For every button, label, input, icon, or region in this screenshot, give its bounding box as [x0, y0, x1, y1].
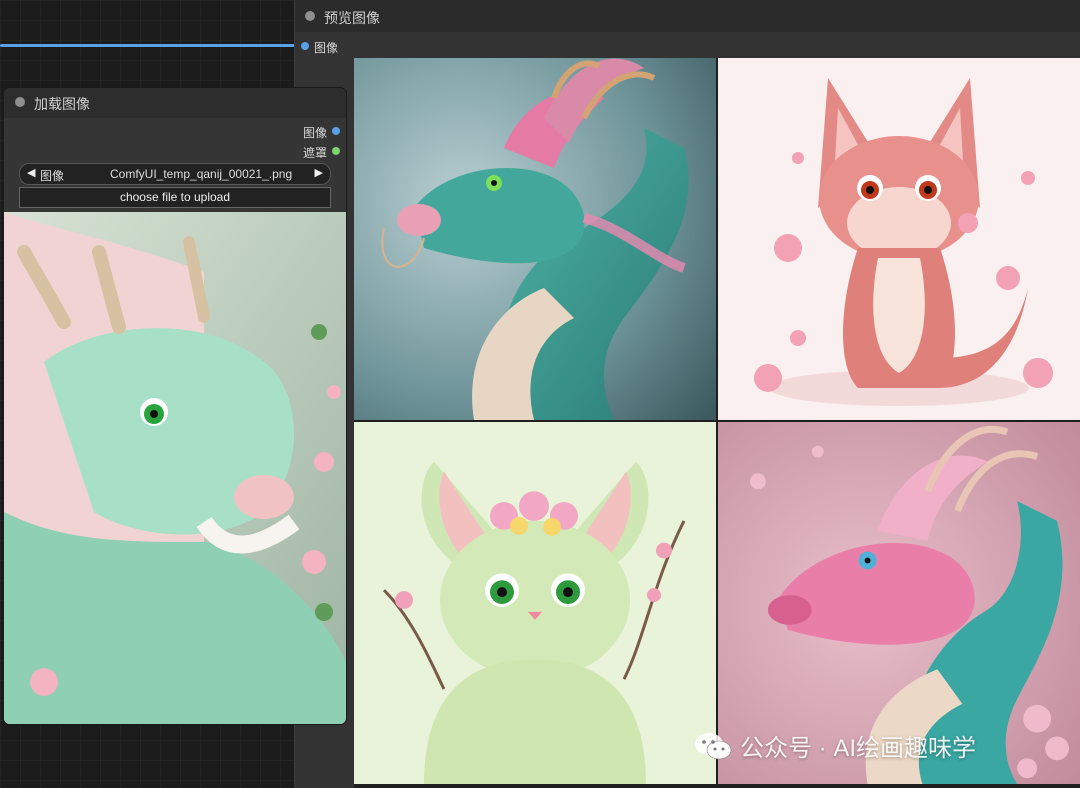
- load-node-title: 加载图像: [34, 96, 90, 112]
- preview-image-grid: [354, 58, 1080, 788]
- preview-image-3[interactable]: [354, 422, 716, 784]
- image-combo-value: ComfyUI_temp_qanij_00021_.png: [110, 167, 293, 181]
- loaded-image-preview: [4, 212, 346, 724]
- watermark-text: 公众号 · AI绘画趣味学: [740, 735, 977, 762]
- choose-file-upload-button[interactable]: choose file to upload: [19, 187, 331, 208]
- node-collapse-dot[interactable]: [15, 97, 25, 107]
- image-input-label: 图像: [314, 41, 339, 55]
- watermark: 公众号 · AI绘画趣味学: [694, 728, 976, 763]
- image-output-label: 图像: [302, 126, 327, 140]
- mask-output-port[interactable]: [332, 147, 340, 155]
- load-node-header[interactable]: 加载图像: [4, 88, 346, 118]
- preview-image-1[interactable]: [354, 58, 716, 420]
- preview-node-header[interactable]: 预览图像: [295, 0, 1080, 32]
- wechat-icon: [695, 732, 732, 759]
- preview-image-2[interactable]: [718, 58, 1080, 420]
- mask-output-label: 遮罩: [302, 146, 327, 160]
- image-combo-label: 图像: [40, 169, 65, 183]
- image-file-combo[interactable]: ◀ 图像 ComfyUI_temp_qanij_00021_.png ▶: [19, 163, 331, 185]
- image-output-port[interactable]: [332, 127, 340, 135]
- load-image-node[interactable]: 加载图像 图像 遮罩 ◀ 图像 ComfyUI_temp_qanij_00021…: [4, 88, 346, 724]
- combo-prev-arrow-icon[interactable]: ◀: [27, 166, 35, 179]
- node-collapse-dot[interactable]: [305, 11, 315, 21]
- combo-next-arrow-icon[interactable]: ▶: [315, 166, 323, 179]
- image-input-port[interactable]: [301, 42, 309, 50]
- image-link-wire: [0, 44, 300, 47]
- preview-node-title: 预览图像: [324, 10, 380, 26]
- preview-image-node[interactable]: 预览图像 图像: [294, 0, 1080, 788]
